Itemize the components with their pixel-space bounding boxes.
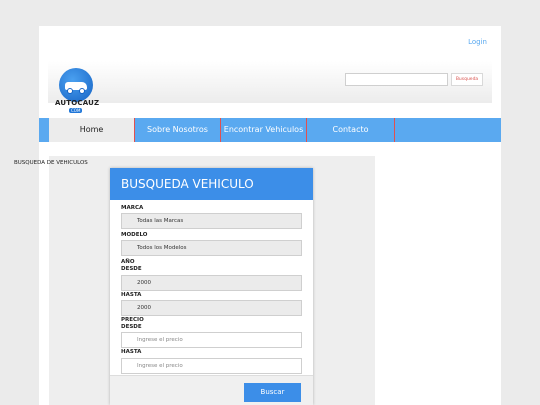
buscar-button[interactable]: Buscar — [244, 383, 301, 402]
precio-hasta-input[interactable]: Ingrese el precio — [121, 358, 302, 374]
logo-brand-text: AUTOCAUZ — [55, 99, 100, 107]
vehicle-search-form: BUSQUEDA VEHICULO MARCA Todas las Marcas… — [110, 168, 313, 405]
nav-item-contacto[interactable]: Contacto — [307, 118, 395, 142]
header-search-button[interactable]: Busqueda — [451, 73, 483, 86]
anio-hasta-select[interactable]: 2000 — [121, 300, 302, 316]
main-navbar: Home Sobre Nosotros Encontrar Vehiculos … — [39, 118, 501, 142]
site-logo[interactable]: AUTOCAUZ COM — [55, 68, 99, 114]
form-title: BUSQUEDA VEHICULO — [110, 168, 313, 200]
anio-hasta-label: HASTA — [121, 292, 142, 298]
form-footer: Buscar — [110, 375, 313, 405]
marca-label: MARCA — [121, 205, 144, 211]
precio-desde-input[interactable]: Ingrese el precio — [121, 332, 302, 348]
wheel-icon — [67, 88, 73, 94]
anio-desde-select[interactable]: 2000 — [121, 275, 302, 291]
nav-item-home[interactable]: Home — [49, 118, 135, 142]
logo-suffix-text: COM — [69, 108, 83, 113]
precio-desde-label: DESDE — [121, 324, 142, 330]
anio-desde-label: DESDE — [121, 266, 142, 272]
marca-select[interactable]: Todas las Marcas — [121, 213, 302, 229]
modelo-label: MODELO — [121, 232, 148, 238]
precio-hasta-label: HASTA — [121, 349, 142, 355]
nav-item-sobre-nosotros[interactable]: Sobre Nosotros — [135, 118, 221, 142]
wheel-icon — [79, 88, 85, 94]
nav-item-encontrar-vehiculos[interactable]: Encontrar Vehiculos — [221, 118, 307, 142]
results-title: BUSQUEDA DE VEHICULOS — [14, 160, 88, 166]
modelo-select[interactable]: Todos los Modelos — [121, 240, 302, 256]
login-link[interactable]: Login — [468, 38, 487, 46]
anio-label: AÑO — [121, 259, 135, 265]
precio-label: PRECIO — [121, 317, 144, 323]
header-search-input[interactable] — [345, 73, 448, 86]
